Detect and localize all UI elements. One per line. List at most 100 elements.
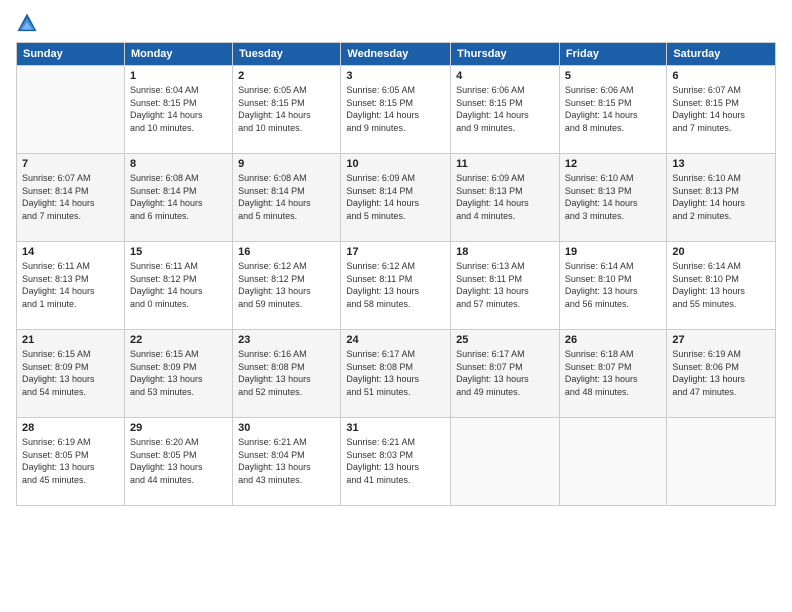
weekday-header-sunday: Sunday — [17, 43, 125, 66]
calendar-cell — [559, 418, 666, 506]
calendar-cell: 29Sunrise: 6:20 AM Sunset: 8:05 PM Dayli… — [124, 418, 232, 506]
day-number: 22 — [130, 334, 227, 346]
calendar-cell: 30 Sunrise: 6:21 AM Sunset: 8:04 PM Dayli… — [233, 418, 341, 506]
calendar-cell: 23 Sunrise: 6:16 AM Sunset: 8:08 PM Dayli… — [233, 330, 341, 418]
day-number: 18 — [456, 246, 554, 258]
day-number: 28 — [22, 422, 119, 434]
day-number: 19 — [565, 246, 661, 258]
day-info: Sunrise: 6:06 AM Sunset: 8:15 PM Dayligh… — [456, 84, 554, 134]
calendar: SundayMondayTuesdayWednesdayThursdayFrid… — [16, 42, 776, 506]
calendar-cell: 2 Sunrise: 6:05 AM Sunset: 8:15 PM Daylig… — [233, 66, 341, 154]
day-info: Sunrise: 6:14 AM Sunset: 8:10 PM Dayligh… — [672, 260, 770, 310]
day-number: 26 — [565, 334, 661, 346]
calendar-cell: 20 Sunrise: 6:14 AM Sunset: 8:10 PM Dayli… — [667, 242, 776, 330]
calendar-cell: 8Sunrise: 6:08 AM Sunset: 8:14 PM Daylig… — [124, 154, 232, 242]
day-info: Sunrise: 6:05 AM Sunset: 8:15 PM Dayligh… — [238, 84, 335, 134]
day-info: Sunrise: 6:20 AM Sunset: 8:05 PM Dayligh… — [130, 436, 227, 486]
calendar-cell: 15 Sunrise: 6:11 AM Sunset: 8:12 PM Dayli… — [124, 242, 232, 330]
day-number: 2 — [238, 70, 335, 82]
day-info: Sunrise: 6:19 AM Sunset: 8:06 PM Dayligh… — [672, 348, 770, 398]
day-number: 24 — [346, 334, 445, 346]
weekday-header-friday: Friday — [559, 43, 666, 66]
logo — [16, 12, 42, 34]
calendar-cell: 12Sunrise: 6:10 AM Sunset: 8:13 PM Dayli… — [559, 154, 666, 242]
day-number: 15 — [130, 246, 227, 258]
day-info: Sunrise: 6:21 AM Sunset: 8:04 PM Dayligh… — [238, 436, 335, 486]
calendar-cell: 19 Sunrise: 6:14 AM Sunset: 8:10 PM Dayli… — [559, 242, 666, 330]
day-number: 31 — [346, 422, 445, 434]
day-number: 6 — [672, 70, 770, 82]
day-number: 21 — [22, 334, 119, 346]
week-row-4: 21 Sunrise: 6:15 AM Sunset: 8:09 PM Dayli… — [17, 330, 776, 418]
calendar-cell: 14 Sunrise: 6:11 AM Sunset: 8:13 PM Dayli… — [17, 242, 125, 330]
day-number: 14 — [22, 246, 119, 258]
calendar-cell — [667, 418, 776, 506]
calendar-cell: 10 Sunrise: 6:09 AM Sunset: 8:14 PM Dayli… — [341, 154, 451, 242]
day-info: Sunrise: 6:21 AM Sunset: 8:03 PM Dayligh… — [346, 436, 445, 486]
day-info: Sunrise: 6:05 AM Sunset: 8:15 PM Dayligh… — [346, 84, 445, 134]
weekday-header-thursday: Thursday — [451, 43, 560, 66]
day-info: Sunrise: 6:11 AM Sunset: 8:12 PM Dayligh… — [130, 260, 227, 310]
day-number: 4 — [456, 70, 554, 82]
day-number: 23 — [238, 334, 335, 346]
header — [16, 12, 776, 34]
day-info: Sunrise: 6:17 AM Sunset: 8:08 PM Dayligh… — [346, 348, 445, 398]
day-number: 11 — [456, 158, 554, 170]
day-number: 25 — [456, 334, 554, 346]
day-info: Sunrise: 6:12 AM Sunset: 8:12 PM Dayligh… — [238, 260, 335, 310]
day-info: Sunrise: 6:04 AM Sunset: 8:15 PM Dayligh… — [130, 84, 227, 134]
calendar-cell: 16 Sunrise: 6:12 AM Sunset: 8:12 PM Dayli… — [233, 242, 341, 330]
day-number: 10 — [346, 158, 445, 170]
day-info: Sunrise: 6:14 AM Sunset: 8:10 PM Dayligh… — [565, 260, 661, 310]
weekday-header-tuesday: Tuesday — [233, 43, 341, 66]
day-info: Sunrise: 6:06 AM Sunset: 8:15 PM Dayligh… — [565, 84, 661, 134]
calendar-cell: 31 Sunrise: 6:21 AM Sunset: 8:03 PM Dayli… — [341, 418, 451, 506]
page: SundayMondayTuesdayWednesdayThursdayFrid… — [0, 0, 792, 612]
calendar-cell: 27 Sunrise: 6:19 AM Sunset: 8:06 PM Dayli… — [667, 330, 776, 418]
calendar-cell: 17 Sunrise: 6:12 AM Sunset: 8:11 PM Dayli… — [341, 242, 451, 330]
calendar-cell: 9Sunrise: 6:08 AM Sunset: 8:14 PM Daylig… — [233, 154, 341, 242]
day-number: 5 — [565, 70, 661, 82]
calendar-cell: 5 Sunrise: 6:06 AM Sunset: 8:15 PM Daylig… — [559, 66, 666, 154]
day-info: Sunrise: 6:07 AM Sunset: 8:14 PM Dayligh… — [22, 172, 119, 222]
calendar-cell: 3 Sunrise: 6:05 AM Sunset: 8:15 PM Daylig… — [341, 66, 451, 154]
day-info: Sunrise: 6:13 AM Sunset: 8:11 PM Dayligh… — [456, 260, 554, 310]
day-info: Sunrise: 6:07 AM Sunset: 8:15 PM Dayligh… — [672, 84, 770, 134]
day-number: 9 — [238, 158, 335, 170]
day-number: 8 — [130, 158, 227, 170]
week-row-2: 7Sunrise: 6:07 AM Sunset: 8:14 PM Daylig… — [17, 154, 776, 242]
calendar-cell — [451, 418, 560, 506]
calendar-cell: 26 Sunrise: 6:18 AM Sunset: 8:07 PM Dayli… — [559, 330, 666, 418]
day-number: 13 — [672, 158, 770, 170]
day-info: Sunrise: 6:15 AM Sunset: 8:09 PM Dayligh… — [130, 348, 227, 398]
calendar-cell: 11 Sunrise: 6:09 AM Sunset: 8:13 PM Dayli… — [451, 154, 560, 242]
day-number: 30 — [238, 422, 335, 434]
day-number: 16 — [238, 246, 335, 258]
calendar-cell: 1 Sunrise: 6:04 AM Sunset: 8:15 PM Daylig… — [124, 66, 232, 154]
calendar-cell: 13Sunrise: 6:10 AM Sunset: 8:13 PM Dayli… — [667, 154, 776, 242]
day-number: 3 — [346, 70, 445, 82]
calendar-cell: 24 Sunrise: 6:17 AM Sunset: 8:08 PM Dayli… — [341, 330, 451, 418]
week-row-5: 28Sunrise: 6:19 AM Sunset: 8:05 PM Dayli… — [17, 418, 776, 506]
calendar-cell: 4 Sunrise: 6:06 AM Sunset: 8:15 PM Daylig… — [451, 66, 560, 154]
day-info: Sunrise: 6:16 AM Sunset: 8:08 PM Dayligh… — [238, 348, 335, 398]
day-number: 27 — [672, 334, 770, 346]
day-info: Sunrise: 6:12 AM Sunset: 8:11 PM Dayligh… — [346, 260, 445, 310]
calendar-cell — [17, 66, 125, 154]
week-row-3: 14 Sunrise: 6:11 AM Sunset: 8:13 PM Dayli… — [17, 242, 776, 330]
day-number: 20 — [672, 246, 770, 258]
day-number: 1 — [130, 70, 227, 82]
day-info: Sunrise: 6:17 AM Sunset: 8:07 PM Dayligh… — [456, 348, 554, 398]
day-info: Sunrise: 6:11 AM Sunset: 8:13 PM Dayligh… — [22, 260, 119, 310]
weekday-header-monday: Monday — [124, 43, 232, 66]
day-info: Sunrise: 6:18 AM Sunset: 8:07 PM Dayligh… — [565, 348, 661, 398]
weekday-header-saturday: Saturday — [667, 43, 776, 66]
calendar-cell: 18 Sunrise: 6:13 AM Sunset: 8:11 PM Dayli… — [451, 242, 560, 330]
week-row-1: 1 Sunrise: 6:04 AM Sunset: 8:15 PM Daylig… — [17, 66, 776, 154]
day-info: Sunrise: 6:09 AM Sunset: 8:14 PM Dayligh… — [346, 172, 445, 222]
logo-icon — [16, 12, 38, 34]
day-info: Sunrise: 6:09 AM Sunset: 8:13 PM Dayligh… — [456, 172, 554, 222]
calendar-cell: 21Sunrise: 6:15 AM Sunset: 8:09 PM Dayli… — [17, 330, 125, 418]
day-number: 17 — [346, 246, 445, 258]
calendar-cell: 7Sunrise: 6:07 AM Sunset: 8:14 PM Daylig… — [17, 154, 125, 242]
